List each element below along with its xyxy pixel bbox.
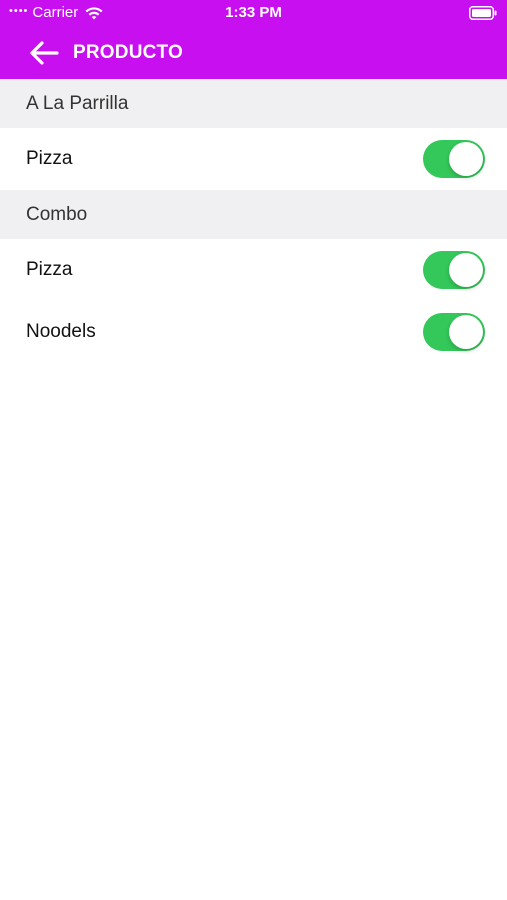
list-item: Pizza — [0, 128, 507, 190]
toggle-knob — [449, 142, 483, 176]
list-item: Pizza — [0, 239, 507, 301]
status-bar: •••• Carrier 1:33 PM — [0, 0, 507, 26]
back-button[interactable] — [27, 36, 61, 70]
list-item: Noodels — [0, 301, 507, 363]
toggle-knob — [449, 315, 483, 349]
app-header: •••• Carrier 1:33 PM PRODUCTO — [0, 0, 507, 79]
nav-bar: PRODUCTO — [0, 26, 507, 79]
toggle-knob — [449, 253, 483, 287]
section-header-combo: Combo — [0, 190, 507, 239]
list-item-label: Pizza — [26, 259, 73, 280]
list-item-label: Noodels — [26, 321, 96, 342]
status-time: 1:33 PM — [225, 4, 282, 21]
battery-icon — [469, 6, 497, 20]
toggle-switch[interactable] — [423, 313, 485, 351]
section-header-a-la-parrilla: A La Parrilla — [0, 79, 507, 128]
toggle-switch[interactable] — [423, 251, 485, 289]
toggle-switch[interactable] — [423, 140, 485, 178]
screen: •••• Carrier 1:33 PM PRODUCTO A La Parri… — [0, 0, 507, 900]
arrow-left-icon — [30, 40, 59, 65]
page-title: PRODUCTO — [73, 41, 183, 63]
list-item-label: Pizza — [26, 148, 73, 169]
